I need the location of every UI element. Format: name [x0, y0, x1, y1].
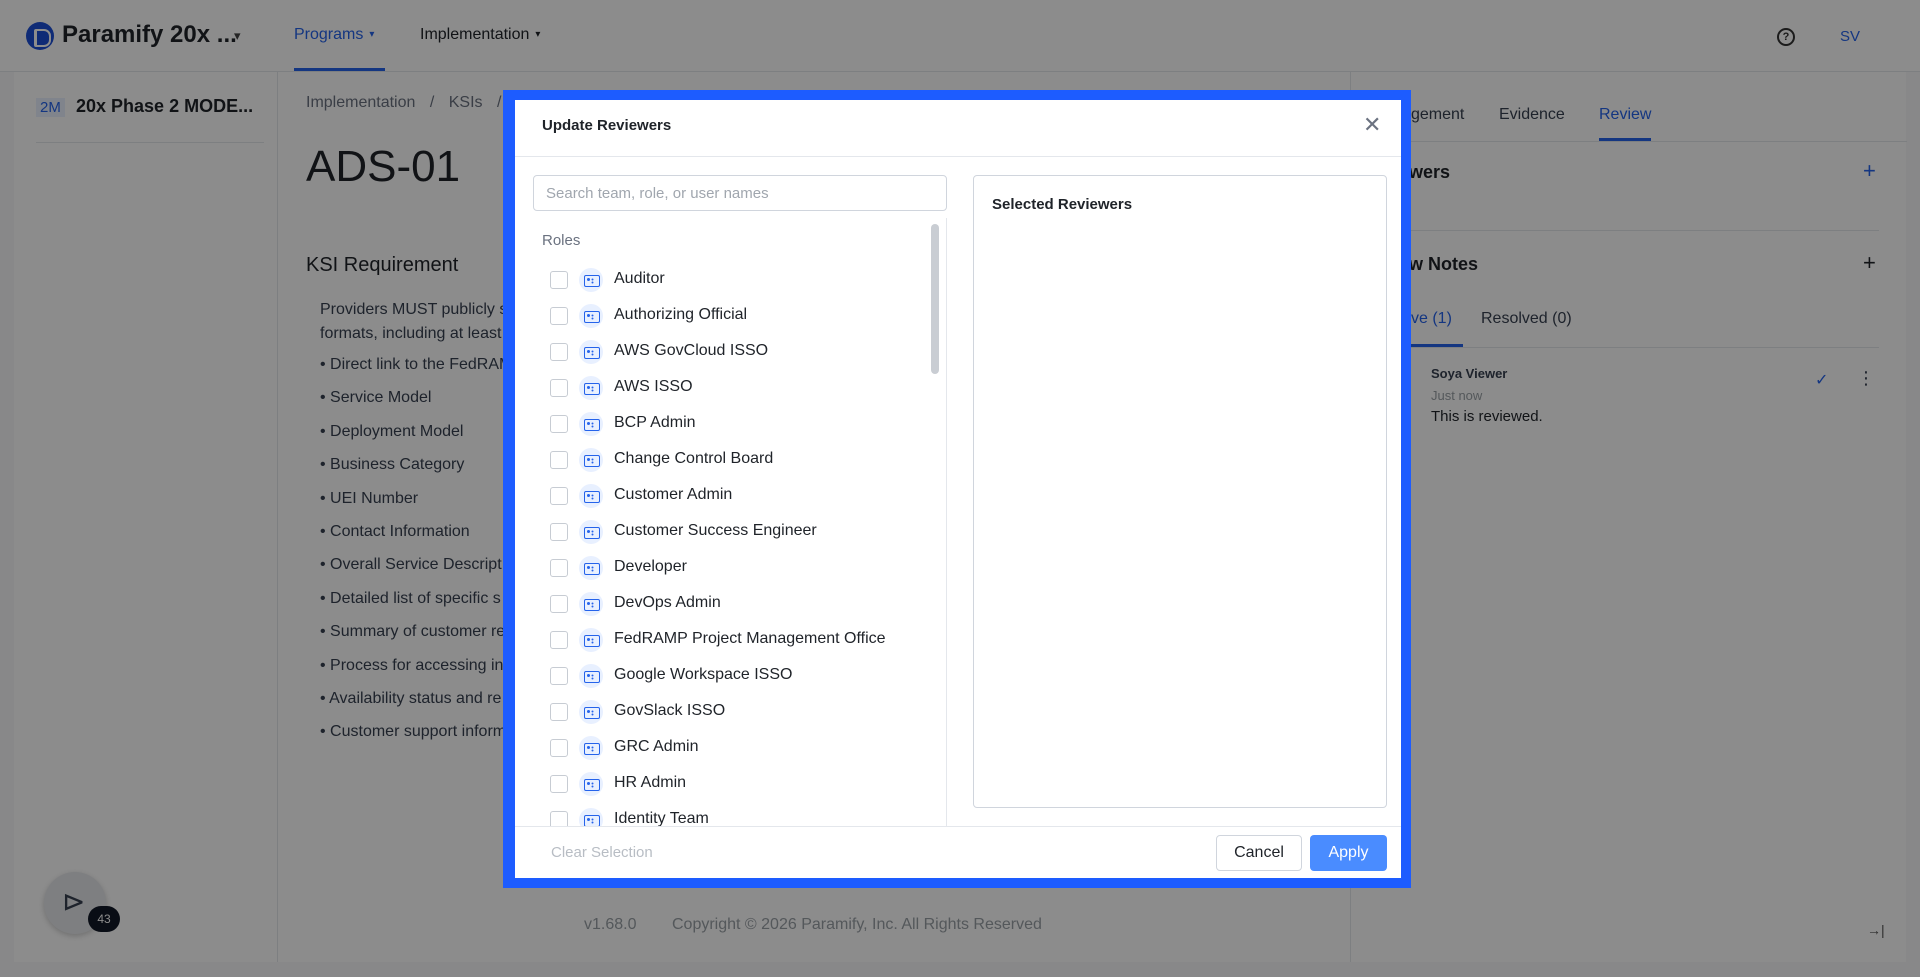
role-option-developer[interactable]: Developer: [533, 550, 933, 586]
update-reviewers-modal: Update Reviewers ✕ Roles Auditor Authori…: [515, 100, 1401, 878]
role-label: Auditor: [614, 270, 665, 287]
cancel-button[interactable]: Cancel: [1216, 835, 1302, 871]
checkbox[interactable]: [550, 451, 568, 469]
role-option-google-workspace-isso[interactable]: Google Workspace ISSO: [533, 658, 933, 694]
role-label: AWS ISSO: [614, 378, 693, 395]
role-card-icon: [579, 772, 603, 796]
role-card-icon: [579, 484, 603, 508]
role-option-identity-team[interactable]: Identity Team: [533, 802, 933, 826]
role-card-icon: [579, 340, 603, 364]
role-option-grc-admin[interactable]: GRC Admin: [533, 730, 933, 766]
role-option-fedramp-pmo[interactable]: FedRAMP Project Management Office: [533, 622, 933, 658]
selected-reviewers-title: Selected Reviewers: [992, 196, 1133, 213]
role-option-bcp-admin[interactable]: BCP Admin: [533, 406, 933, 442]
divider: [515, 156, 1401, 157]
role-label: HR Admin: [614, 774, 687, 791]
role-card-icon: [579, 448, 603, 472]
role-label: DevOps Admin: [614, 594, 721, 611]
role-label: BCP Admin: [614, 414, 696, 431]
checkbox[interactable]: [550, 307, 568, 325]
role-label: FedRAMP Project Management Office: [614, 630, 886, 647]
role-option-customer-success-engineer[interactable]: Customer Success Engineer: [533, 514, 933, 550]
scrollbar-thumb[interactable]: [931, 224, 939, 374]
checkbox[interactable]: [550, 739, 568, 757]
role-label: Customer Admin: [614, 486, 733, 503]
role-option-devops-admin[interactable]: DevOps Admin: [533, 586, 933, 622]
role-card-icon: [579, 808, 603, 826]
checkbox[interactable]: [550, 559, 568, 577]
role-label: Authorizing Official: [614, 306, 748, 323]
checkbox[interactable]: [550, 631, 568, 649]
role-option-customer-admin[interactable]: Customer Admin: [533, 478, 933, 514]
role-option-auditor[interactable]: Auditor: [533, 262, 933, 298]
apply-button[interactable]: Apply: [1310, 835, 1387, 871]
checkbox[interactable]: [550, 487, 568, 505]
role-label: GRC Admin: [614, 738, 699, 755]
role-option-aws-govcloud-isso[interactable]: AWS GovCloud ISSO: [533, 334, 933, 370]
checkbox[interactable]: [550, 271, 568, 289]
search-input[interactable]: [533, 175, 947, 211]
role-label: AWS GovCloud ISSO: [614, 342, 769, 359]
role-option-govslack-isso[interactable]: GovSlack ISSO: [533, 694, 933, 730]
roles-group-label: Roles: [542, 232, 581, 249]
modal-title: Update Reviewers: [542, 117, 672, 134]
role-option-authorizing-official[interactable]: Authorizing Official: [533, 298, 933, 334]
checkbox[interactable]: [550, 811, 568, 826]
checkbox[interactable]: [550, 343, 568, 361]
checkbox[interactable]: [550, 415, 568, 433]
role-card-icon: [579, 376, 603, 400]
checkbox[interactable]: [550, 523, 568, 541]
checkbox[interactable]: [550, 379, 568, 397]
role-card-icon: [579, 664, 603, 688]
role-card-icon: [579, 700, 603, 724]
role-option-aws-isso[interactable]: AWS ISSO: [533, 370, 933, 406]
role-label: Customer Success Engineer: [614, 522, 817, 539]
roles-list[interactable]: Roles Auditor Authorizing Official AWS G…: [533, 218, 947, 826]
checkbox[interactable]: [550, 667, 568, 685]
role-label: Google Workspace ISSO: [614, 666, 793, 683]
checkbox[interactable]: [550, 595, 568, 613]
divider: [515, 826, 1401, 827]
role-card-icon: [579, 736, 603, 760]
role-label: Change Control Board: [614, 450, 774, 467]
role-card-icon: [579, 628, 603, 652]
role-card-icon: [579, 304, 603, 328]
role-card-icon: [579, 556, 603, 580]
role-label: GovSlack ISSO: [614, 702, 726, 719]
checkbox[interactable]: [550, 775, 568, 793]
role-label: Identity Team: [614, 810, 709, 826]
role-card-icon: [579, 268, 603, 292]
role-card-icon: [579, 592, 603, 616]
role-card-icon: [579, 520, 603, 544]
role-label: Developer: [614, 558, 687, 575]
role-option-hr-admin[interactable]: HR Admin: [533, 766, 933, 802]
selected-reviewers-panel: Selected Reviewers: [973, 175, 1387, 808]
role-card-icon: [579, 412, 603, 436]
role-option-change-control-board[interactable]: Change Control Board: [533, 442, 933, 478]
close-icon[interactable]: ✕: [1363, 114, 1381, 136]
checkbox[interactable]: [550, 703, 568, 721]
clear-selection-button[interactable]: Clear Selection: [551, 844, 653, 861]
